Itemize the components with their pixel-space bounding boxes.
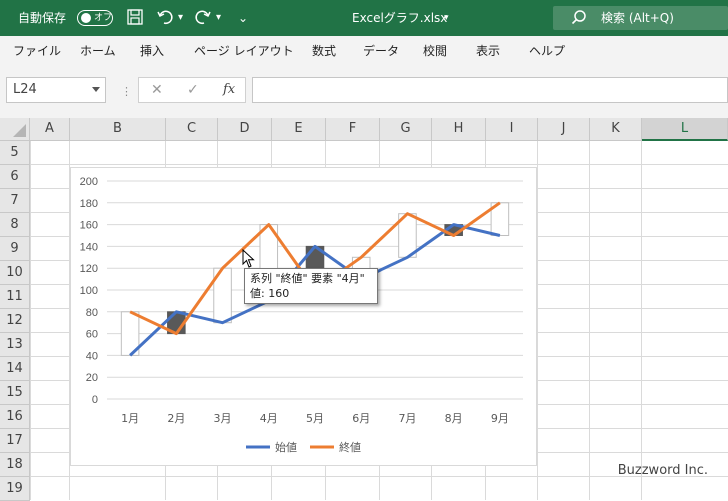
formula-buttons: ✕ ✓ fx (138, 77, 246, 103)
legend-label: 終値 (339, 440, 361, 454)
name-box-dropdown-icon[interactable] (92, 87, 100, 92)
redo-icon[interactable] (194, 8, 212, 31)
y-tick-label: 140 (80, 241, 98, 253)
y-tick-label: 160 (80, 220, 98, 232)
x-tick-label: 4月 (260, 412, 278, 425)
row-header-15[interactable]: 15 (0, 381, 30, 405)
file-name[interactable]: Excelグラフ.xlsx (352, 0, 447, 36)
column-header-h[interactable]: H (432, 118, 486, 141)
column-header-i[interactable]: I (486, 118, 538, 141)
row-header-13[interactable]: 13 (0, 333, 30, 357)
column-header-d[interactable]: D (218, 118, 272, 141)
column-header-g[interactable]: G (380, 118, 432, 141)
x-tick-label: 9月 (491, 412, 509, 425)
redo-dropdown-icon[interactable]: ▾ (216, 8, 221, 28)
row-header-10[interactable]: 10 (0, 261, 30, 285)
watermark: Buzzword Inc. (617, 463, 708, 478)
x-tick-label: 3月 (214, 412, 232, 425)
tab-review[interactable]: 校閲 (423, 36, 447, 66)
chart-tooltip: 系列 "終値" 要素 "4月" 値: 160 (244, 268, 378, 304)
x-tick-label: 8月 (445, 412, 463, 425)
y-tick-label: 40 (86, 350, 98, 362)
mouse-cursor-icon (242, 249, 255, 268)
undo-dropdown-icon[interactable]: ▾ (178, 8, 183, 28)
ribbon-tabs: ファイル ホーム 挿入 ページ レイアウト 数式 データ 校閲 表示 ヘルプ (0, 36, 728, 67)
search-icon (571, 9, 587, 29)
formula-bar: L24 ⋮ ✕ ✓ fx (0, 66, 728, 118)
x-tick-label: 5月 (306, 412, 324, 425)
tab-help[interactable]: ヘルプ (529, 36, 565, 66)
row-header-17[interactable]: 17 (0, 429, 30, 453)
save-icon[interactable] (126, 8, 144, 31)
line-chart[interactable]: 0 20 40 60 80 100 120 140 160 180 200 1月 2月 3月 4月 5月 6月 7… (71, 168, 538, 467)
row-header-14[interactable]: 14 (0, 357, 30, 381)
row-header-6[interactable]: 6 (0, 165, 30, 189)
filename-dropdown-icon[interactable]: ▾ (444, 0, 449, 36)
formula-input[interactable] (252, 77, 728, 103)
tab-file[interactable]: ファイル (13, 36, 61, 66)
y-tick-label: 0 (92, 394, 98, 406)
column-header-c[interactable]: C (166, 118, 218, 141)
formula-bar-grip-icon[interactable]: ⋮ (121, 85, 132, 98)
select-all-button[interactable] (0, 118, 30, 141)
column-header-l[interactable]: L (642, 118, 728, 141)
row-header-12[interactable]: 12 (0, 309, 30, 333)
row-header-8[interactable]: 8 (0, 213, 30, 237)
tooltip-series-line: 系列 "終値" 要素 "4月" (250, 272, 365, 285)
undo-icon[interactable] (156, 8, 174, 31)
row-header-9[interactable]: 9 (0, 237, 30, 261)
search-box[interactable]: 検索 (Alt+Q) (553, 6, 728, 30)
chart-area[interactable]: 0 20 40 60 80 100 120 140 160 180 200 1月 2月 3月 4月 5月 6月 7… (70, 167, 537, 466)
y-tick-label: 60 (86, 329, 98, 341)
enter-icon[interactable]: ✓ (187, 78, 199, 102)
column-header-a[interactable]: A (30, 118, 70, 141)
row-header-7[interactable]: 7 (0, 189, 30, 213)
y-tick-label: 80 (86, 307, 98, 319)
grid-line (589, 141, 590, 500)
x-tick-label: 6月 (352, 412, 370, 425)
row-header-11[interactable]: 11 (0, 285, 30, 309)
autosave-label: 自動保存 (18, 11, 67, 25)
y-tick-label: 20 (86, 372, 98, 384)
toggle-knob (81, 13, 91, 23)
cancel-icon[interactable]: ✕ (151, 78, 163, 102)
column-header-f[interactable]: F (326, 118, 380, 141)
y-tick-label: 180 (80, 198, 98, 210)
search-placeholder: 検索 (Alt+Q) (601, 11, 674, 25)
tab-data[interactable]: データ (363, 36, 399, 66)
tab-view[interactable]: 表示 (476, 36, 500, 66)
name-box-value: L24 (13, 82, 37, 97)
column-header-j[interactable]: J (538, 118, 590, 141)
column-header-k[interactable]: K (590, 118, 642, 141)
row-header-5[interactable]: 5 (0, 141, 30, 165)
tooltip-value-line: 値: 160 (250, 287, 290, 300)
customize-toolbar-icon[interactable]: ⌄ (238, 8, 248, 28)
row-header-19[interactable]: 19 (0, 477, 30, 501)
autosave-state: オフ (94, 13, 113, 23)
title-bar: 自動保存 オフ ▾ ▾ ⌄ Excelグラフ.xlsx ▾ 検索 (Alt+Q) (0, 0, 728, 36)
grid-line (641, 141, 642, 500)
legend-label: 始値 (275, 440, 297, 454)
y-tick-label: 120 (80, 263, 98, 275)
tab-formulas[interactable]: 数式 (312, 36, 336, 66)
x-tick-label: 7月 (398, 412, 416, 425)
column-header-b[interactable]: B (70, 118, 166, 141)
column-header-e[interactable]: E (272, 118, 326, 141)
x-tick-label: 2月 (167, 412, 185, 425)
tab-home[interactable]: ホーム (80, 36, 116, 66)
y-tick-label: 100 (80, 285, 98, 297)
row-header-16[interactable]: 16 (0, 405, 30, 429)
row-header-18[interactable]: 18 (0, 453, 30, 477)
insert-function-icon[interactable]: fx (223, 78, 235, 102)
tab-insert[interactable]: 挿入 (140, 36, 164, 66)
y-tick-label: 200 (80, 176, 98, 188)
tab-page-layout[interactable]: ページ レイアウト (194, 36, 294, 66)
name-box[interactable]: L24 (6, 77, 106, 103)
autosave-toggle[interactable]: オフ (77, 10, 113, 26)
x-tick-label: 1月 (121, 412, 139, 425)
